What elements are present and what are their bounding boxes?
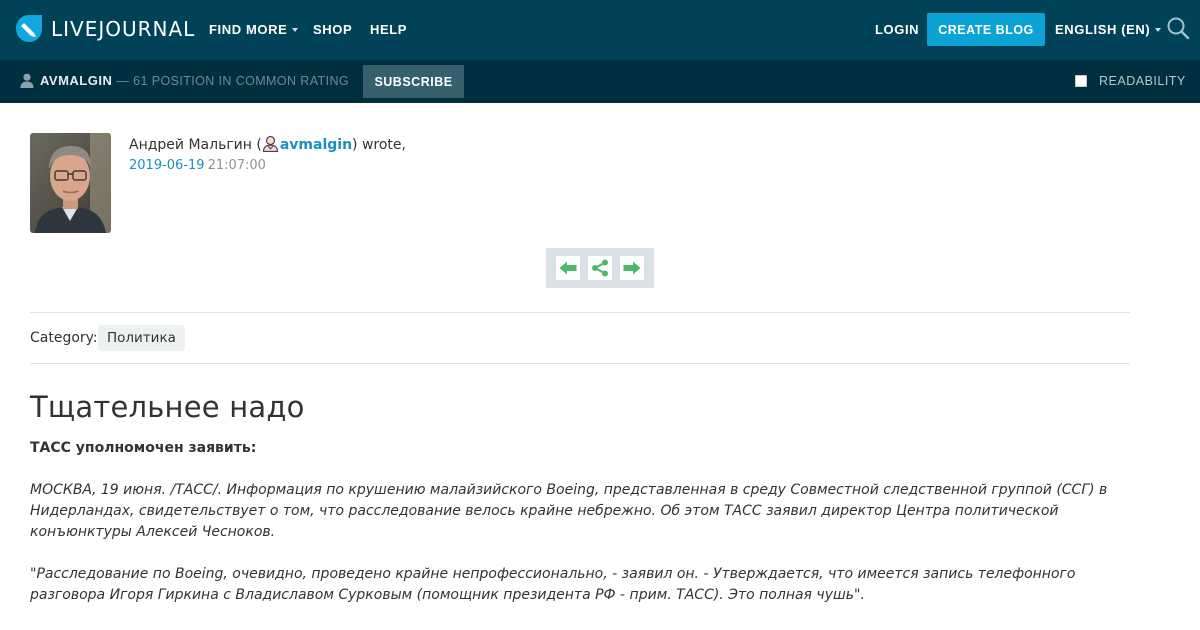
post-body: ТАСС уполномочен заявить: МОСКВА, 19 июн… [30, 438, 1140, 627]
next-arrow-icon [623, 261, 641, 275]
language-label: ENGLISH (EN) [1055, 22, 1151, 37]
readability-label: READABILITY [1099, 74, 1186, 88]
create-blog-button[interactable]: CREATE BLOG [927, 13, 1045, 46]
category-tag[interactable]: Политика [98, 325, 185, 351]
readability-toggle[interactable]: READABILITY [1075, 74, 1186, 88]
livejournal-logo-icon [16, 15, 42, 42]
entry-navigation [546, 248, 654, 288]
post-lead: ТАСС уполномочен заявить: [30, 440, 257, 456]
post-paragraph: МОСКВА, 19 июня. /ТАСС/. Информация по к… [30, 482, 1108, 540]
avatar-photo [30, 133, 111, 233]
category-label: Category: [30, 330, 98, 346]
subscribe-button[interactable]: SUBSCRIBE [363, 65, 464, 98]
language-selector[interactable]: ENGLISH (EN) [1055, 21, 1162, 39]
share-button[interactable] [588, 256, 612, 280]
author-name: Андрей Мальгин ( [129, 137, 262, 153]
nav-shop-label: SHOP [313, 22, 353, 37]
author-username-link[interactable]: avmalgin [280, 137, 352, 153]
login-label: LOGIN [875, 22, 920, 37]
post-paragraph: "Расследование по Boeing, очевидно, пров… [30, 566, 1076, 603]
post-title: Тщательнее надо [30, 390, 305, 424]
prev-arrow-icon [559, 261, 577, 275]
readability-checkbox[interactable] [1075, 75, 1087, 87]
nav-find-more[interactable]: FIND MORE [209, 21, 299, 39]
entry-datetime: 2019-06-19 21:07:00 [129, 157, 266, 174]
user-icon [20, 73, 34, 88]
search-icon[interactable] [1166, 16, 1190, 40]
rating-text: — 61 POSITION IN COMMON RATING [116, 73, 349, 88]
author-line: Андрей Мальгин ( avmalgin) wrote, [129, 135, 406, 154]
nav-shop[interactable]: SHOP [313, 21, 352, 39]
previous-entry-button[interactable] [556, 256, 580, 280]
author-avatar[interactable] [30, 133, 111, 233]
top-navigation-bar: LIVEJOURNAL FIND MORE SHOP HELP LOGIN CR… [0, 0, 1200, 60]
login-link[interactable]: LOGIN [875, 21, 919, 39]
entry-date-link[interactable]: 2019-06-19 [129, 158, 205, 173]
chevron-down-icon [1155, 27, 1162, 32]
journal-owner: AVMALGIN — 61 POSITION IN COMMON RATING [20, 73, 349, 88]
share-icon [592, 259, 608, 277]
nav-help-label: HELP [370, 22, 408, 37]
nav-help[interactable]: HELP [370, 21, 407, 39]
chevron-down-icon [292, 27, 299, 32]
entry-time: 21:07:00 [207, 158, 266, 173]
journal-username[interactable]: AVMALGIN [40, 73, 112, 88]
next-entry-button[interactable] [620, 256, 644, 280]
nav-find-more-label: FIND MORE [209, 22, 288, 37]
journal-sub-bar: AVMALGIN — 61 POSITION IN COMMON RATING [0, 60, 1200, 103]
divider [30, 363, 1130, 364]
logo-text: LIVEJOURNAL [51, 17, 196, 41]
divider [30, 312, 1130, 313]
livejournal-logo[interactable]: LIVEJOURNAL [15, 14, 195, 44]
wrote-text: ) wrote, [352, 137, 406, 153]
user-icon [262, 135, 278, 152]
